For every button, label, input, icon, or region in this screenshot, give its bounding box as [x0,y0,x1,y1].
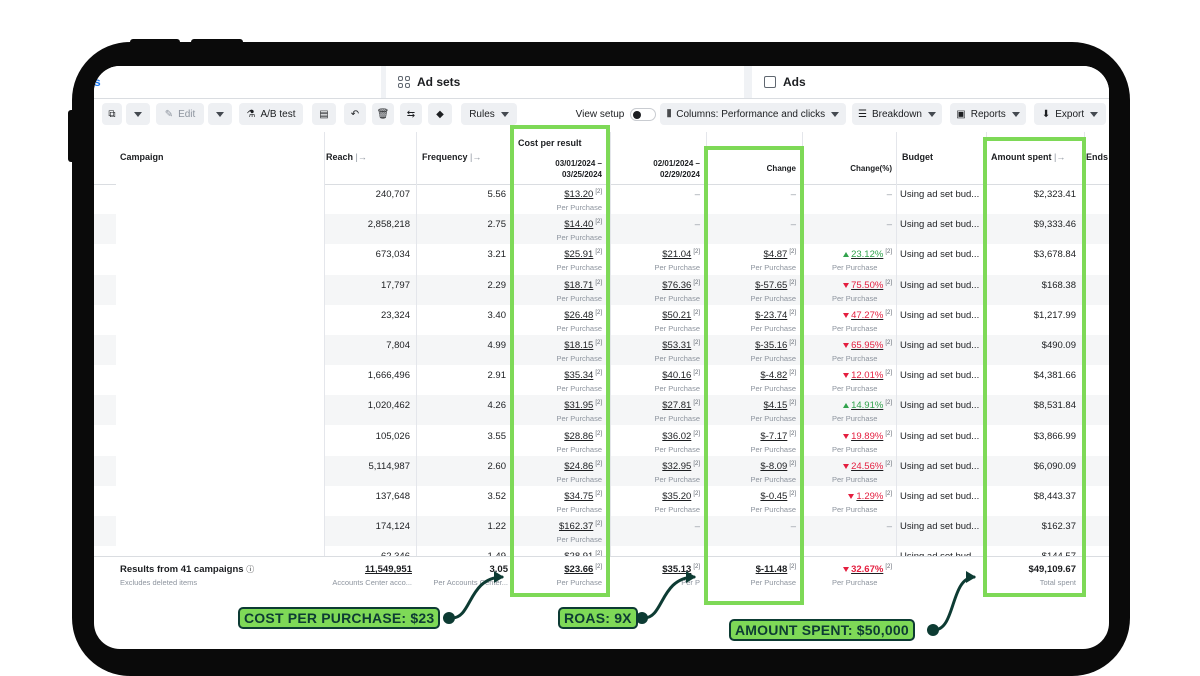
callout-dot [636,612,648,624]
callout-arrows [450,571,976,632]
callout-cost-per-purchase: COST PER PURCHASE: $23 [238,607,441,629]
callout-roas: ROAS: 9X [558,607,638,629]
callout-dot [927,624,939,636]
callout-dot [443,612,455,624]
callout-amount-spent: AMOUNT SPENT: $50,000 [729,619,915,641]
